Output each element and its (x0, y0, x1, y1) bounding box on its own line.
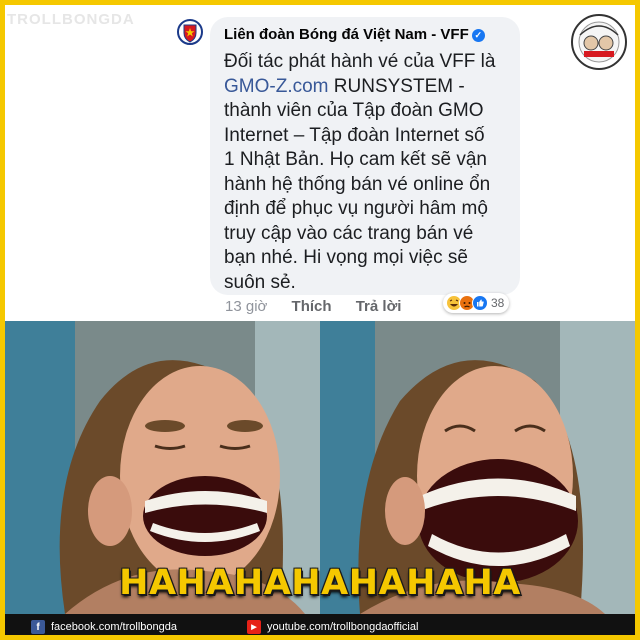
comment-line-text: RUNSYSTEM - (333, 75, 465, 97)
comment-line: hành hệ thống bán vé online ổn (224, 173, 491, 195)
like-button[interactable]: Thích (292, 298, 332, 315)
gmo-link[interactable]: GMO-Z.com (224, 76, 329, 97)
comment-author[interactable]: Liên đoàn Bóng đá Việt Nam - VFF ✓ (224, 26, 485, 43)
verified-badge-icon: ✓ (471, 29, 485, 42)
comment-line: truy cập vào các trang bán vé (224, 222, 474, 244)
watermark: TROLLBONGDA (7, 11, 135, 28)
reaction-count: 38 (491, 296, 505, 310)
like-icon (472, 295, 488, 311)
reply-button[interactable]: Trả lời (356, 298, 402, 315)
comment-line: thành viên của Tập đoàn GMO (224, 100, 484, 121)
trollbongda-logo-icon (571, 14, 627, 70)
comment-line: 1 Nhật Bản. Họ cam kết sẽ vận (224, 149, 487, 170)
facebook-icon: f (31, 620, 45, 634)
comment-line: suôn sẻ. (224, 271, 296, 293)
youtube-url[interactable]: youtube.com/trollbongdaofficial (267, 621, 418, 633)
comment-line: GMO-Z.com RUNSYSTEM - (224, 75, 516, 100)
comment-line: Internet – Tập đoàn Internet số (224, 124, 485, 146)
facebook-link[interactable]: f facebook.com/trollbongda (31, 620, 177, 634)
youtube-icon: ▶ (246, 620, 261, 634)
comment-screenshot: TROLLBONGDA Liên đoàn Bóng đá Việt Nam -… (5, 5, 635, 321)
footer-bar: f facebook.com/trollbongda ▶ youtube.com… (5, 614, 635, 635)
comment-timestamp[interactable]: 13 giờ (225, 298, 267, 315)
comment-text: Đối tác phát hành vé của VFF là GMO-Z.co… (224, 50, 516, 295)
comment-bubble: Liên đoàn Bóng đá Việt Nam - VFF ✓ Đối tá… (210, 17, 520, 295)
vff-logo-icon (177, 19, 203, 45)
comment-line: định để phục vụ người hâm mộ (224, 198, 488, 219)
comment-actions: 13 giờ Thích Trả lời (225, 298, 421, 315)
facebook-url[interactable]: facebook.com/trollbongda (51, 621, 177, 633)
youtube-link[interactable]: ▶ youtube.com/trollbongdaofficial (246, 620, 418, 634)
comment-line: Đối tác phát hành vé của VFF là (224, 51, 496, 72)
author-name[interactable]: Liên đoàn Bóng đá Việt Nam - VFF (224, 26, 469, 43)
meme-caption: HAHAHAHAHAHAHA (119, 563, 521, 603)
reaction-summary[interactable]: 38 (443, 293, 510, 313)
meme-frame: TROLLBONGDA Liên đoàn Bóng đá Việt Nam -… (0, 0, 640, 640)
comment-line: bạn nhé. Hi vọng mọi việc sẽ (224, 247, 468, 268)
